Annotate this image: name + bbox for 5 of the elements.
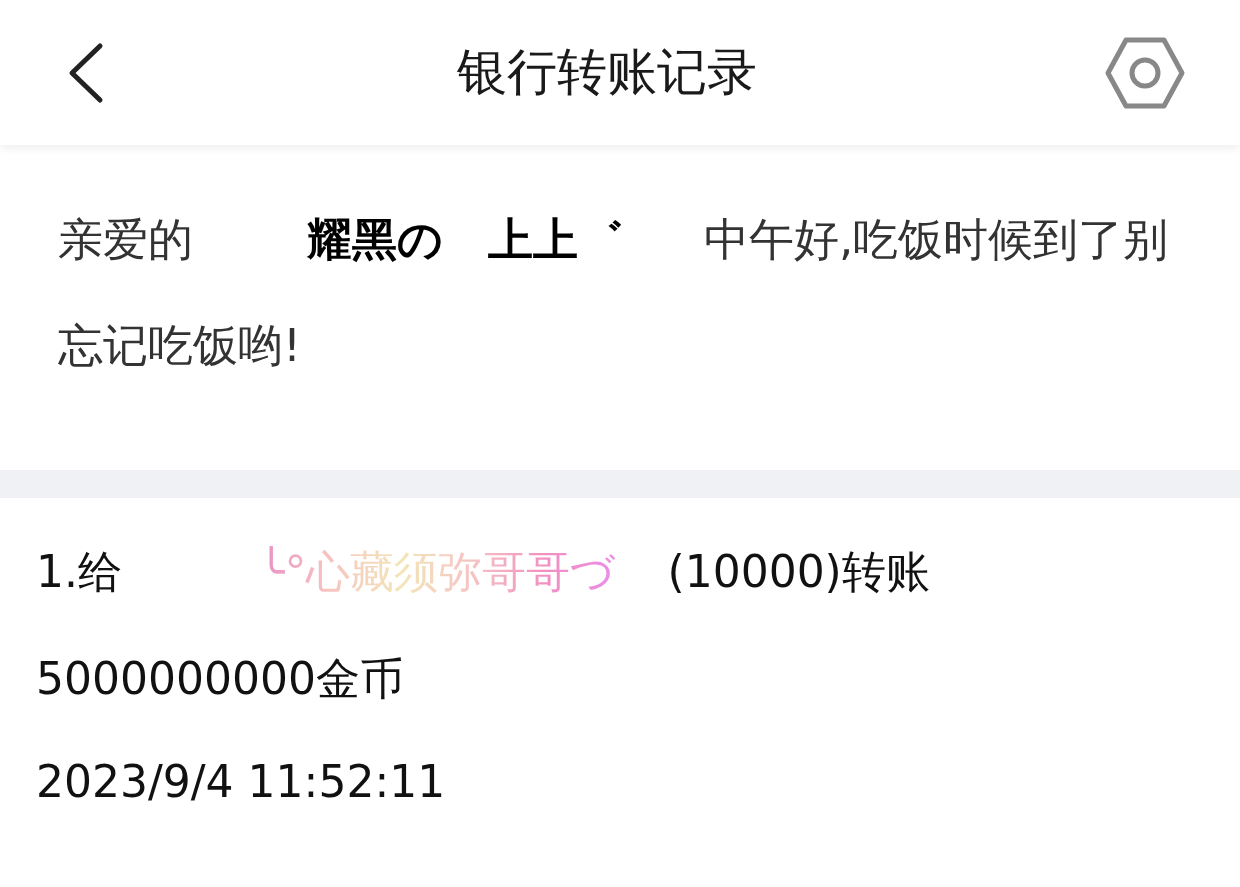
transfer-time: 2023/9/4 11:52:11 [36,755,447,809]
greeting-message: 亲爱的 耀黑の 上上゛ 中午好,吃饭时候到了别忘记吃饭哟! [58,212,1170,374]
settings-icon[interactable] [1104,35,1186,110]
transfer-record-text: 1.给 ╰°心藏须弥哥哥づ (10000)转账5000000000金币 [36,545,931,706]
page-title: 银行转账记录 [457,42,757,103]
